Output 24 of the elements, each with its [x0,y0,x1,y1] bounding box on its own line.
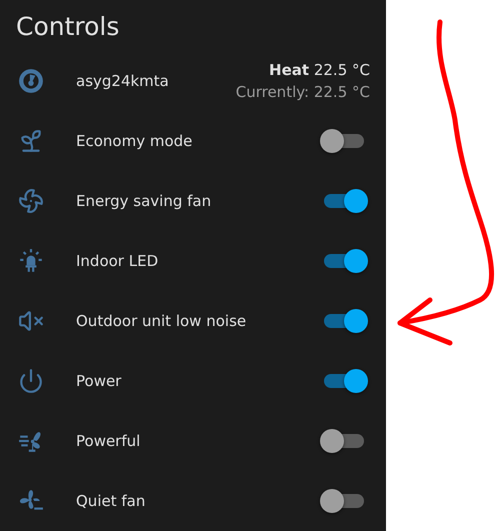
switch-thumb[interactable] [320,429,344,453]
entity-name[interactable]: asyg24kmta [76,72,236,90]
fan-icon [18,188,44,214]
switch-thumb[interactable] [344,249,368,273]
entity-name[interactable]: Outdoor unit low noise [76,312,320,330]
entity-name[interactable]: Powerful [76,432,320,450]
power-icon [18,368,44,394]
switch-thumb[interactable] [344,369,368,393]
gauge-icon [18,68,44,94]
entity-name[interactable]: Power [76,372,320,390]
entity-name[interactable]: Quiet fan [76,492,320,510]
entity-name[interactable]: Economy mode [76,132,320,150]
entity-name[interactable]: Energy saving fan [76,192,320,210]
climate-state: Heat 22.5 °C [269,61,370,79]
switch-thumb[interactable] [320,489,344,513]
switch-thumb[interactable] [344,189,368,213]
switch-thumb[interactable] [320,129,344,153]
current-temperature: Currently: 22.5 °C [236,83,370,101]
muted-speaker-icon [18,308,44,334]
led-icon [18,248,44,274]
entity-name[interactable]: Indoor LED [76,252,320,270]
sprout-icon [18,128,44,154]
switch-thumb[interactable] [344,309,368,333]
card-title: Controls [16,11,120,43]
